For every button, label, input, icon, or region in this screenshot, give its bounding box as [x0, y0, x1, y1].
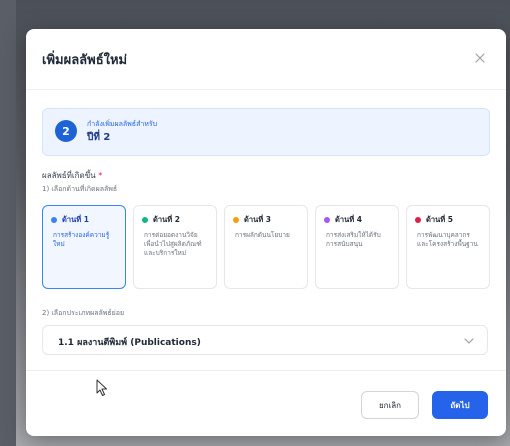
category-desc: การต่อยอดงานวิจัยเพื่อนำไปสู่ผลิตภัณฑ์แล…	[144, 231, 202, 257]
next-button[interactable]: ถัดไป	[432, 391, 488, 419]
category-dot-icon	[233, 217, 239, 223]
info-caption: กำลังเพิ่มผลลัพธ์สำหรับ	[87, 120, 158, 128]
add-result-modal: เพิ่มผลลัพธ์ใหม่ 2 กำลังเพิ่มผลลัพธ์สำหร…	[26, 29, 506, 436]
category-cards: ด้านที่ 1 การสร้างองค์ความรู้ใหม่ ด้านที…	[42, 205, 490, 291]
step2-label: 2) เลือกประเภทผลลัพธ์ย่อย	[42, 309, 125, 317]
mouse-cursor-icon	[96, 379, 107, 396]
cancel-button[interactable]: ยกเลิก	[361, 391, 419, 419]
chevron-down-icon	[464, 338, 474, 344]
step1-label: 1) เลือกด้านที่เกิดผลลัพธ์	[42, 185, 118, 193]
year-info-box: 2 กำลังเพิ่มผลลัพธ์สำหรับ ปีที่ 2	[42, 108, 490, 156]
step-number-badge: 2	[55, 120, 77, 142]
category-card-3[interactable]: ด้านที่ 3 การผลักดันนโยบาย	[224, 205, 308, 289]
modal-header: เพิ่มผลลัพธ์ใหม่	[26, 29, 506, 90]
category-card-5[interactable]: ด้านที่ 5 การพัฒนาบุคลากรและโครงสร้างพื้…	[406, 205, 490, 289]
category-title: ด้านที่ 3	[244, 215, 271, 224]
category-dot-icon	[142, 217, 148, 223]
info-year: ปีที่ 2	[87, 132, 111, 143]
modal-title: เพิ่มผลลัพธ์ใหม่	[42, 53, 128, 68]
category-title: ด้านที่ 4	[335, 215, 362, 224]
category-dot-icon	[51, 217, 57, 223]
category-card-2[interactable]: ด้านที่ 2 การต่อยอดงานวิจัยเพื่อนำไปสู่ผ…	[133, 205, 217, 289]
category-card-4[interactable]: ด้านที่ 4 การส่งเสริมให้ได้รับการสนับสนุ…	[315, 205, 399, 289]
result-field-text: ผลลัพธ์ที่เกิดขึ้น	[42, 171, 96, 180]
subtype-selected-value: 1.1 ผลงานตีพิมพ์ (Publications)	[58, 338, 201, 348]
category-desc: การผลักดันนโยบาย	[235, 231, 290, 239]
category-desc: การสร้างองค์ความรู้ใหม่	[53, 231, 110, 248]
category-dot-icon	[415, 217, 421, 223]
category-title: ด้านที่ 1	[62, 215, 89, 224]
required-mark: *	[98, 171, 103, 180]
background-sidebar	[0, 0, 16, 446]
category-desc: การพัฒนาบุคลากรและโครงสร้างพื้นฐาน	[417, 231, 478, 248]
category-title: ด้านที่ 5	[426, 215, 453, 224]
close-button[interactable]	[470, 48, 490, 68]
category-title: ด้านที่ 2	[153, 215, 180, 224]
result-field-label: ผลลัพธ์ที่เกิดขึ้น *	[42, 169, 102, 182]
close-icon	[475, 53, 485, 63]
category-desc: การส่งเสริมให้ได้รับการสนับสนุน	[326, 231, 381, 248]
category-dot-icon	[324, 217, 330, 223]
subtype-select[interactable]: 1.1 ผลงานตีพิมพ์ (Publications)	[42, 325, 488, 355]
category-card-1[interactable]: ด้านที่ 1 การสร้างองค์ความรู้ใหม่	[42, 205, 126, 289]
